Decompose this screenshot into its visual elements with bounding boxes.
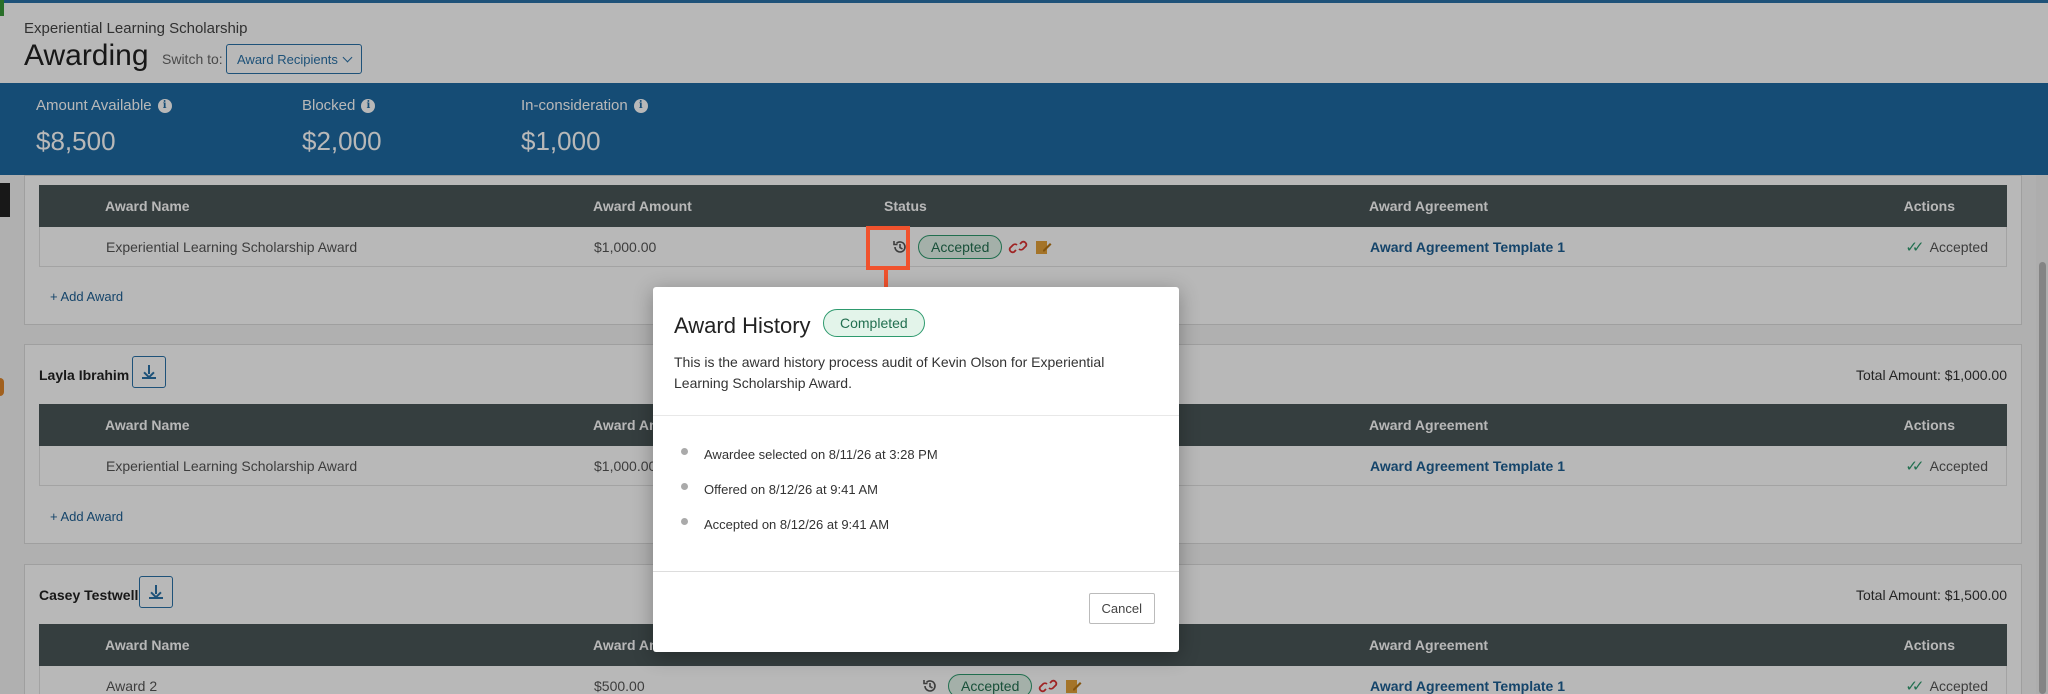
cancel-button[interactable]: Cancel: [1088, 593, 1155, 624]
timeline-text: Offered on 8/12/26 at 9:41 AM: [704, 482, 878, 497]
timeline-item: Offered on 8/12/26 at 9:41 AM: [674, 482, 938, 517]
timeline-text: Awardee selected on 8/11/26 at 3:28 PM: [704, 447, 938, 462]
timeline-dot: [681, 518, 688, 525]
modal-divider: [653, 571, 1179, 572]
modal-title: Award History: [674, 313, 811, 338]
timeline-item: Accepted on 8/12/26 at 9:41 AM: [674, 517, 938, 552]
completed-badge: Completed: [823, 309, 925, 337]
modal-divider: [653, 415, 1179, 416]
timeline-dot: [681, 483, 688, 490]
modal-description: This is the award history process audit …: [674, 354, 1105, 391]
timeline-dot: [681, 448, 688, 455]
timeline-text: Accepted on 8/12/26 at 9:41 AM: [704, 517, 890, 532]
history-timeline: Awardee selected on 8/11/26 at 3:28 PM O…: [674, 447, 938, 552]
annotation-highlight-box: [866, 226, 910, 270]
timeline-item: Awardee selected on 8/11/26 at 3:28 PM: [674, 447, 938, 482]
award-history-modal: Award History Completed This is the awar…: [653, 287, 1179, 652]
